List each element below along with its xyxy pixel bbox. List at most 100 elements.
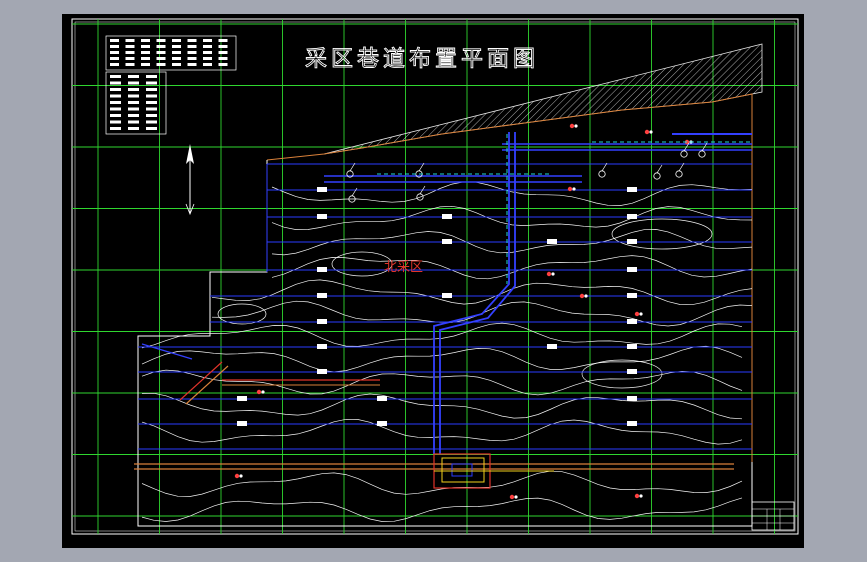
table-cell [141, 51, 150, 54]
table-cell [146, 107, 157, 111]
survey-point [634, 493, 640, 499]
table-cell [156, 45, 166, 48]
table-cell [110, 120, 121, 124]
table-cell [128, 101, 139, 104]
elevation-marker [627, 344, 637, 349]
contour-loop [581, 359, 663, 389]
table-cell [187, 45, 197, 48]
table-cell [203, 57, 212, 60]
table-cell [110, 127, 121, 130]
elevation-marker [317, 293, 327, 298]
table-cell [146, 75, 157, 78]
table-cell [156, 51, 166, 54]
survey-point [514, 495, 518, 499]
survey-point [551, 272, 555, 276]
borehole-icon [698, 150, 706, 158]
table-cell [128, 127, 139, 130]
table-cell [125, 39, 135, 42]
table-cell [128, 107, 139, 111]
elevation-marker [377, 396, 387, 401]
table-cell [172, 63, 181, 66]
survey-point [634, 311, 640, 317]
elevation-marker [237, 421, 247, 426]
borehole-icon [653, 172, 661, 180]
table-cell [218, 57, 228, 60]
survey-point [639, 312, 643, 316]
table-cell [146, 101, 157, 104]
survey-point [644, 129, 650, 135]
survey-point [261, 390, 265, 394]
table-cell [156, 63, 166, 66]
table-cell [146, 114, 157, 117]
elevation-marker [627, 421, 637, 426]
borehole-icon [680, 150, 688, 158]
survey-point [639, 494, 643, 498]
table-cell [125, 57, 135, 60]
table-cell [156, 57, 166, 60]
table-cell [110, 75, 121, 78]
contour-line [211, 279, 753, 306]
table-cell [125, 51, 135, 54]
table-cell [110, 45, 119, 48]
survey-point [574, 124, 578, 128]
table-cell [187, 51, 197, 54]
contour-line [141, 345, 743, 373]
table-cell [128, 88, 139, 91]
borehole-icon [598, 170, 606, 178]
table-cell [128, 120, 139, 124]
elevation-marker [317, 187, 327, 192]
roadway-line [141, 343, 193, 360]
cad-viewport[interactable]: 采区巷道布置平面图 北采区 [62, 14, 804, 548]
borehole-stem [351, 187, 358, 197]
table-cell [187, 63, 197, 66]
table-cell [128, 94, 139, 98]
table-cell [141, 45, 150, 48]
zone-label: 北采区 [384, 260, 423, 275]
contour-line [141, 369, 743, 396]
elevation-marker [317, 319, 327, 324]
borehole-icon [675, 170, 683, 178]
elevation-marker [627, 319, 637, 324]
table-cell [218, 51, 228, 54]
table-cell [203, 63, 212, 66]
elevation-marker [317, 344, 327, 349]
shaft-yard [433, 453, 554, 489]
coordinate-table [105, 35, 237, 135]
table-cell [110, 94, 121, 98]
table-cell [172, 57, 181, 60]
table-cell [218, 45, 228, 48]
table-cell [141, 57, 150, 60]
elevation-marker [442, 214, 452, 219]
elevation-marker [317, 267, 327, 272]
survey-point [572, 187, 576, 191]
elevation-marker [627, 239, 637, 244]
table-cell [172, 45, 181, 48]
table-cell [187, 39, 197, 42]
table-cell [146, 88, 157, 91]
table-cell [110, 101, 121, 104]
elevation-marker [442, 293, 452, 298]
table-cell [203, 51, 212, 54]
drawing-title: 采区巷道布置平面图 [305, 47, 539, 72]
table-cell [187, 57, 197, 60]
elevation-marker [627, 267, 637, 272]
table-cell [218, 39, 228, 42]
survey-point [509, 494, 515, 500]
elevation-marker [442, 239, 452, 244]
elevation-marker [317, 369, 327, 374]
contour-line [141, 322, 743, 349]
table-cell [110, 51, 119, 54]
elevation-marker [547, 239, 557, 244]
elevation-marker [627, 214, 637, 219]
table-cell [203, 45, 212, 48]
table-cell [141, 63, 150, 66]
table-cell [172, 39, 181, 42]
elevation-marker [627, 396, 637, 401]
table-cell [128, 81, 139, 85]
survey-point [569, 123, 575, 129]
table-cell [110, 57, 119, 60]
survey-point [256, 389, 262, 395]
contour-loop [331, 251, 393, 277]
table-cell [110, 81, 121, 85]
survey-point [584, 294, 588, 298]
